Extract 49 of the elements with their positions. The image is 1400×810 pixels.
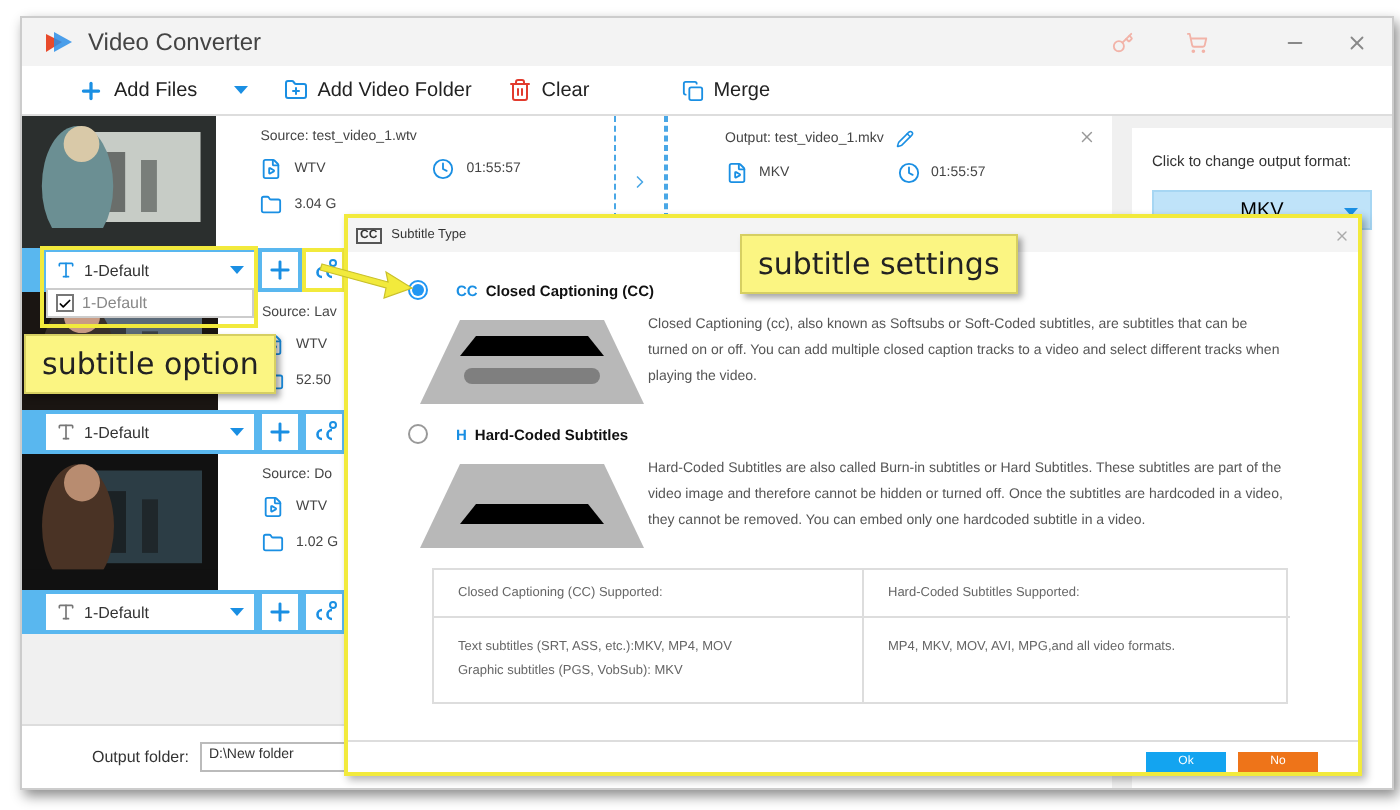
toolbar-button[interactable]: Add Video Folder: [283, 78, 472, 102]
close-icon[interactable]: [1078, 128, 1096, 146]
clock-icon: [432, 158, 455, 180]
toolbar-button[interactable]: Clear: [507, 78, 590, 102]
edit-icon[interactable]: [895, 130, 914, 148]
cc-gear-icon: [311, 420, 337, 444]
plus-icon: [266, 598, 294, 626]
callout-label: subtitle option: [24, 334, 277, 394]
callout-label: subtitle settings: [740, 234, 1018, 294]
video-file-icon: [260, 158, 283, 180]
toolbar-button[interactable]: Add Files: [78, 77, 198, 103]
trash-icon: [507, 78, 532, 102]
plus-icon: [266, 256, 294, 284]
toolbar-button[interactable]: Merge: [681, 79, 771, 101]
output-folder-label: Output folder:: [92, 748, 189, 766]
video-file-icon: [725, 162, 748, 184]
add-subtitle-button[interactable]: [262, 414, 298, 450]
clock-icon: [897, 162, 920, 184]
caret-icon: [230, 266, 244, 274]
text-icon: [56, 260, 76, 280]
caret-icon: [233, 86, 248, 94]
subtitle-settings-button[interactable]: [306, 594, 342, 630]
add-subtitle-button[interactable]: [262, 594, 298, 630]
subtitle-dropdown[interactable]: 1-Default: [46, 414, 254, 450]
video-file-icon: [262, 496, 284, 518]
cc-gear-icon: [311, 600, 337, 624]
subtitle-settings-button[interactable]: [306, 414, 342, 450]
text-icon: [56, 422, 76, 442]
text-icon: [56, 602, 76, 622]
folder-icon: [260, 194, 283, 216]
plus-icon: [266, 418, 294, 446]
close-icon[interactable]: [1346, 31, 1368, 53]
radio-button[interactable]: [408, 280, 428, 300]
radio-button[interactable]: [408, 424, 428, 444]
caret-icon: [230, 608, 244, 616]
close-icon[interactable]: [1334, 227, 1350, 243]
checkbox[interactable]: [56, 294, 74, 312]
menu-item[interactable]: 1-Default: [82, 294, 147, 312]
subtitle-dropdown[interactable]: 1-Default: [46, 594, 254, 630]
cc-gear-icon: [311, 258, 337, 282]
window-title: Video Converter: [88, 28, 261, 56]
plus-icon: [78, 77, 104, 103]
folder-icon: [262, 532, 284, 554]
folder-icon: [283, 78, 308, 102]
add-subtitle-button[interactable]: [262, 252, 298, 288]
app-logo-icon: [46, 30, 72, 54]
subtitle-dropdown[interactable]: 1-Default: [46, 252, 254, 288]
merge-icon: [681, 79, 704, 101]
caret-icon: [230, 428, 244, 436]
